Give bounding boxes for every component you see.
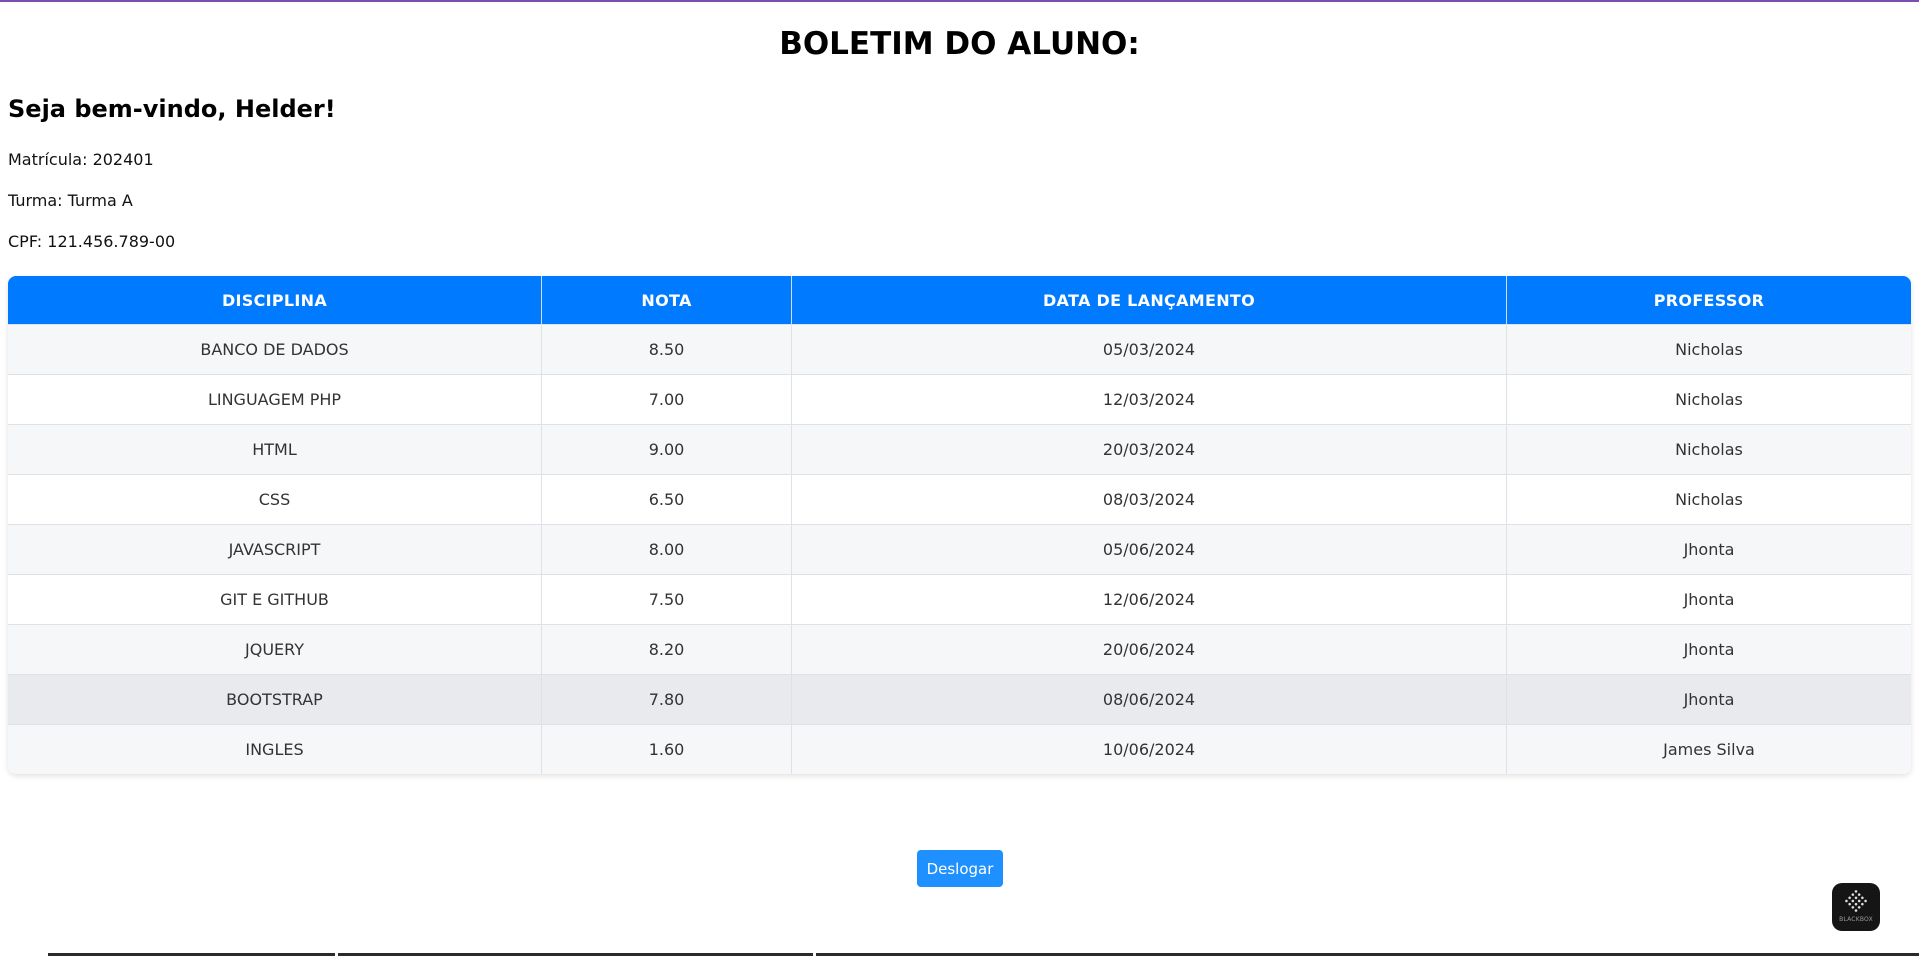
turma-text: Turma: Turma A	[8, 191, 133, 210]
header-professor: PROFESSOR	[1507, 276, 1911, 324]
cell-data: 12/06/2024	[792, 574, 1507, 624]
logout-button[interactable]: Deslogar	[917, 850, 1003, 887]
table-row: CSS 6.50 08/03/2024 Nicholas	[8, 474, 1911, 524]
table-header-row: DISCIPLINA NOTA DATA DE LANÇAMENTO PROFE…	[8, 276, 1911, 324]
cell-data: 08/06/2024	[792, 674, 1507, 724]
blackbox-logo-icon	[1843, 887, 1869, 914]
table-row: JAVASCRIPT 8.00 05/06/2024 Jhonta	[8, 524, 1911, 574]
cell-professor: Nicholas	[1507, 424, 1911, 474]
cell-nota: 8.50	[542, 324, 792, 374]
table-row: LINGUAGEM PHP 7.00 12/03/2024 Nicholas	[8, 374, 1911, 424]
cell-nota: 8.20	[542, 624, 792, 674]
page-title: BOLETIM DO ALUNO:	[779, 26, 1140, 62]
header-data-lancamento: DATA DE LANÇAMENTO	[792, 276, 1507, 324]
cell-data: 05/03/2024	[792, 324, 1507, 374]
cell-data: 20/03/2024	[792, 424, 1507, 474]
cell-nota: 9.00	[542, 424, 792, 474]
cell-professor: Jhonta	[1507, 624, 1911, 674]
top-border	[0, 0, 1919, 2]
cell-data: 12/03/2024	[792, 374, 1507, 424]
blackbox-widget-button[interactable]: BLACKBOX	[1832, 883, 1880, 931]
cell-nota: 7.00	[542, 374, 792, 424]
header-nota: NOTA	[542, 276, 792, 324]
table-row: JQUERY 8.20 20/06/2024 Jhonta	[8, 624, 1911, 674]
cell-disciplina: BOOTSTRAP	[8, 674, 542, 724]
cell-disciplina: JAVASCRIPT	[8, 524, 542, 574]
cell-professor: Jhonta	[1507, 674, 1911, 724]
cell-disciplina: INGLES	[8, 724, 542, 774]
cell-professor: Nicholas	[1507, 474, 1911, 524]
cell-nota: 7.80	[542, 674, 792, 724]
cell-professor: James Silva	[1507, 724, 1911, 774]
cell-nota: 8.00	[542, 524, 792, 574]
cell-data: 20/06/2024	[792, 624, 1507, 674]
table-row: GIT E GITHUB 7.50 12/06/2024 Jhonta	[8, 574, 1911, 624]
cell-nota: 6.50	[542, 474, 792, 524]
welcome-heading: Seja bem-vindo, Helder!	[8, 95, 336, 123]
cell-nota: 1.60	[542, 724, 792, 774]
cell-disciplina: LINGUAGEM PHP	[8, 374, 542, 424]
cell-data: 10/06/2024	[792, 724, 1507, 774]
cell-professor: Jhonta	[1507, 574, 1911, 624]
table-row: BOOTSTRAP 7.80 08/06/2024 Jhonta	[8, 674, 1911, 724]
cell-disciplina: JQUERY	[8, 624, 542, 674]
grades-table: DISCIPLINA NOTA DATA DE LANÇAMENTO PROFE…	[8, 276, 1911, 774]
table-row: HTML 9.00 20/03/2024 Nicholas	[8, 424, 1911, 474]
cell-data: 08/03/2024	[792, 474, 1507, 524]
table-row: INGLES 1.60 10/06/2024 James Silva	[8, 724, 1911, 774]
cell-nota: 7.50	[542, 574, 792, 624]
header-disciplina: DISCIPLINA	[8, 276, 542, 324]
matricula-text: Matrícula: 202401	[8, 150, 154, 169]
cell-disciplina: CSS	[8, 474, 542, 524]
cell-professor: Jhonta	[1507, 524, 1911, 574]
cell-professor: Nicholas	[1507, 324, 1911, 374]
cell-professor: Nicholas	[1507, 374, 1911, 424]
table-row: BANCO DE DADOS 8.50 05/03/2024 Nicholas	[8, 324, 1911, 374]
cpf-text: CPF: 121.456.789-00	[8, 232, 176, 251]
cell-disciplina: BANCO DE DADOS	[8, 324, 542, 374]
cell-disciplina: HTML	[8, 424, 542, 474]
cell-data: 05/06/2024	[792, 524, 1507, 574]
blackbox-label: BLACKBOX	[1839, 915, 1873, 923]
cell-disciplina: GIT E GITHUB	[8, 574, 542, 624]
